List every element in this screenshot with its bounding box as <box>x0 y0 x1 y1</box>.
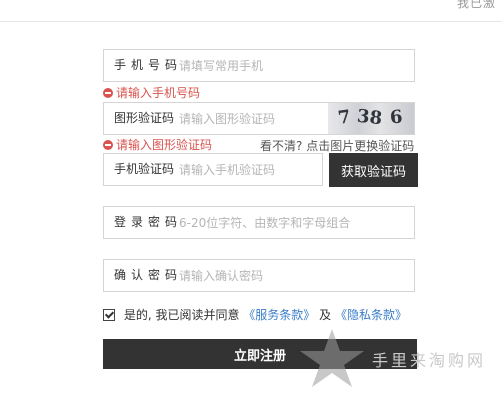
sms-label: 手机验证码 <box>114 162 175 176</box>
captcha-field[interactable]: 图形验证码 7 38 6 <box>103 102 415 135</box>
phone-field[interactable]: 手机号码 <box>103 49 415 82</box>
phone-error: 请输入手机号码 <box>103 85 200 101</box>
refresh-captcha-link[interactable]: 点击图片更换验证码 <box>306 139 414 153</box>
error-icon <box>103 140 113 150</box>
captcha-char-2: 38 <box>355 105 384 130</box>
captcha-char-1: 7 <box>336 106 352 129</box>
captcha-error: 请输入图形验证码 <box>103 137 212 153</box>
agreement-row: 是的, 我已阅读并同意 《服务条款》 及 《隐私条款》 <box>103 308 407 322</box>
password-label: 登录密码 <box>114 215 183 229</box>
get-sms-code-button[interactable]: 获取验证码 <box>329 153 418 187</box>
register-button[interactable]: 立即注册 <box>103 339 417 369</box>
confirm-password-field[interactable]: 确认密码 <box>103 259 415 292</box>
sms-field[interactable]: 手机验证码 <box>103 153 323 186</box>
confirm-password-label: 确认密码 <box>114 268 183 282</box>
phone-input[interactable] <box>179 50 404 81</box>
captcha-label: 图形验证码 <box>114 111 175 125</box>
password-input[interactable] <box>179 207 404 238</box>
captcha-char-3: 6 <box>389 106 404 129</box>
captcha-hint-prefix: 看不清? <box>260 139 303 153</box>
captcha-error-text: 请输入图形验证码 <box>116 138 213 152</box>
agreement-conjunction: 及 <box>319 308 332 322</box>
service-terms-link[interactable]: 《服务条款》 <box>243 308 315 322</box>
top-corner-text[interactable]: 我已激 <box>457 0 496 11</box>
password-field[interactable]: 登录密码 <box>103 206 415 239</box>
captcha-input[interactable] <box>179 103 319 134</box>
error-icon <box>103 88 113 98</box>
privacy-terms-link[interactable]: 《隐私条款》 <box>335 308 407 322</box>
phone-label: 手机号码 <box>114 58 183 72</box>
captcha-image[interactable]: 7 38 6 <box>328 103 414 134</box>
phone-error-text: 请输入手机号码 <box>116 86 201 100</box>
header-divider <box>0 21 502 22</box>
confirm-password-input[interactable] <box>179 260 404 291</box>
agreement-prefix: 是的, 我已阅读并同意 <box>123 308 240 322</box>
register-page: 我已激 手机号码 请输入手机号码 图形验证码 7 38 6 请输入图形验证码 看… <box>0 0 502 400</box>
captcha-hint: 看不清? 点击图片更换验证码 <box>260 137 414 154</box>
sms-input[interactable] <box>179 154 319 185</box>
agreement-checkbox[interactable] <box>103 309 115 321</box>
